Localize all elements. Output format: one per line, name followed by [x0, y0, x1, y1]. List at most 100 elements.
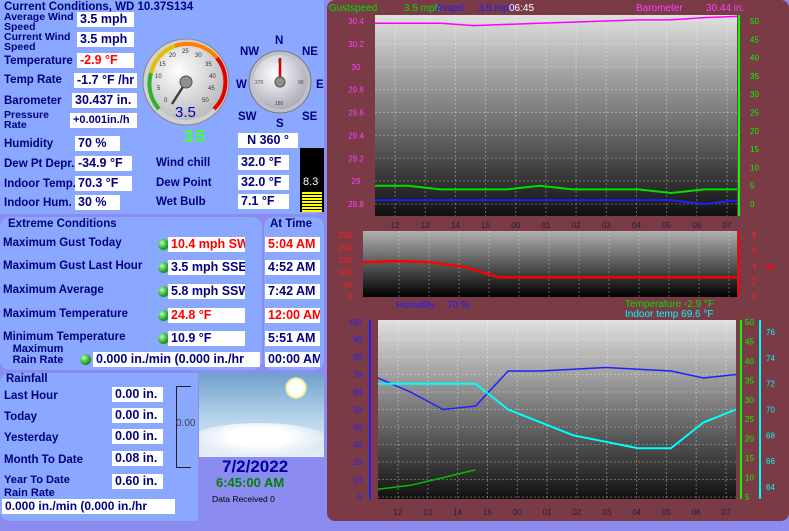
rainfall-title: Rainfall	[6, 373, 48, 385]
barometer-value: 30.437 in.	[72, 93, 137, 108]
cur-wind-value: 3.5 mph	[77, 32, 134, 47]
x-tick-label: 05	[662, 508, 671, 517]
rain-rate-value: 0.000 in./min (0.000 in./hr	[2, 499, 175, 514]
current-time: 6:45:00 AM	[216, 475, 285, 490]
y-tick-label-left: 30.2	[348, 40, 364, 49]
x-tick-label: 15	[481, 221, 490, 230]
temp-rate-label: Temp Rate	[4, 74, 62, 86]
indoor-y-tick: 72	[766, 380, 775, 389]
indoor-y-tick: 66	[766, 457, 775, 466]
x-tick-label: 07	[722, 508, 731, 517]
extreme-value: 24.8 °F	[168, 308, 245, 323]
hum-y-tick: 90	[353, 336, 362, 345]
gauge-tick-10: 10	[155, 74, 162, 80]
temp-y-tick: 20	[745, 435, 754, 444]
x-tick-label: 12	[391, 221, 400, 230]
rain-today-value: 0.00 in.	[112, 408, 163, 423]
rain-mtd-label: Month To Date	[4, 454, 83, 466]
graph-baro-label: Barometer	[636, 3, 683, 14]
x-tick-label: 02	[572, 221, 581, 230]
temp-y-tick: 35	[745, 376, 754, 385]
hum-y-tick: 10	[353, 476, 362, 485]
compass-tick-180: 180	[275, 101, 284, 107]
dew-depr-value: -34.9 °F	[75, 156, 132, 171]
rain-y-tick-right: 2	[752, 278, 757, 287]
humidity-label: Humidity	[4, 138, 54, 150]
gauge-tick-45: 45	[208, 86, 215, 92]
graph-avsp-label: Avspd	[436, 3, 464, 14]
hum-y-tick: 0	[358, 493, 363, 502]
compass-s: S	[276, 118, 284, 130]
rain-gauge-value: 0.00	[176, 418, 196, 429]
avg-wind-label: Average Wind Speed	[4, 11, 74, 33]
compass-tick-90: 90	[298, 80, 304, 86]
extreme-label: Minimum Temperature	[3, 331, 126, 343]
indoor-temp-label: Indoor Temp.	[4, 178, 76, 190]
rain-y-tick-left: 0	[348, 293, 353, 302]
y-tick-label-right: 5	[750, 182, 755, 191]
x-tick-label: 14	[451, 221, 460, 230]
rain-rate-label: Rain Rate	[4, 487, 55, 499]
x-tick-label: 03	[602, 508, 611, 517]
extreme-time: 12:00 AM	[265, 308, 320, 323]
x-tick-label: 13	[423, 508, 432, 517]
hum-y-tick: 30	[353, 441, 362, 450]
rain-plot-area	[363, 231, 737, 297]
compass-e: E	[316, 79, 324, 91]
graph-indoor-label: Indoor temp 69.6 °F	[625, 309, 714, 320]
cur-wind-label: Current Wind Speed	[4, 31, 71, 53]
dew-depr-label: Dew Pt Depr.	[4, 158, 75, 170]
extreme-time: 7:42 AM	[265, 284, 320, 299]
uv-meter: 8.3	[300, 148, 324, 212]
x-tick-label: 12	[394, 508, 403, 517]
graph-clock: 06:45	[509, 3, 534, 14]
x-tick-label: 07	[723, 221, 732, 230]
extremes-title: Extreme Conditions	[8, 218, 117, 230]
graph-rain-units: /hr	[765, 262, 776, 272]
temp-rate-value: -1.7 °F /hr	[74, 73, 137, 88]
gauge-tick-25: 25	[182, 49, 189, 55]
y-tick-label-left: 29.2	[348, 154, 364, 163]
current-date: 7/2/2022	[222, 457, 289, 476]
rain-last-hour-label: Last Hour	[4, 390, 58, 402]
y-tick-label-right: 35	[750, 72, 759, 81]
extreme-label: Maximum Gust Last Hour	[3, 260, 143, 272]
y-tick-label-right: 45	[750, 35, 759, 44]
pressure-rate-label: Pressure Rate	[4, 109, 49, 131]
x-tick-label: 00	[513, 508, 522, 517]
uv-value: 8.3	[303, 176, 319, 188]
graph-humidity-value: 70 %	[447, 300, 470, 311]
gauge-tick-35: 35	[205, 62, 212, 68]
compass-tick-0: 0	[278, 59, 281, 65]
gauge-tick-30: 30	[195, 53, 202, 59]
compass-w: W	[236, 79, 247, 91]
temp-y-tick: 10	[745, 474, 754, 483]
extreme-time: 00:00 AM	[265, 352, 320, 367]
rain-y-tick-right: 0	[752, 293, 757, 302]
rain-mtd-value: 0.08 in.	[112, 451, 163, 466]
wind-dir-digits: 35	[183, 128, 207, 148]
x-tick-label: 02	[572, 508, 581, 517]
wind-chill-value: 32.0 °F	[238, 155, 289, 170]
rain-y-tick-right: 4	[752, 262, 757, 271]
wet-bulb-label: Wet Bulb	[156, 196, 206, 208]
rain-y-tick-left: 200	[339, 243, 353, 252]
gauge-tick-40: 40	[209, 74, 216, 80]
y-tick-label-right: 0	[750, 200, 755, 209]
y-tick-label-right: 30	[750, 90, 759, 99]
hum-y-tick: 40	[353, 423, 362, 432]
gauge-tick-15: 15	[159, 62, 166, 68]
extreme-value: 10.4 mph SW	[168, 237, 245, 252]
rain-last-hour-value: 0.00 in.	[112, 387, 163, 402]
y-tick-label-right: 10	[750, 163, 759, 172]
status-led-icon	[80, 354, 91, 365]
temp-y-tick: 45	[745, 337, 754, 346]
data-received: Data Received 0	[212, 494, 275, 504]
temp-y-tick: 15	[745, 454, 754, 463]
x-tick-label: 04	[632, 221, 641, 230]
x-tick-label: 01	[543, 508, 552, 517]
at-time-title: At Time	[270, 218, 312, 230]
hum-y-tick: 70	[353, 371, 362, 380]
x-tick-label: 06	[692, 221, 701, 230]
extreme-label: Maximum Gust Today	[3, 237, 122, 249]
